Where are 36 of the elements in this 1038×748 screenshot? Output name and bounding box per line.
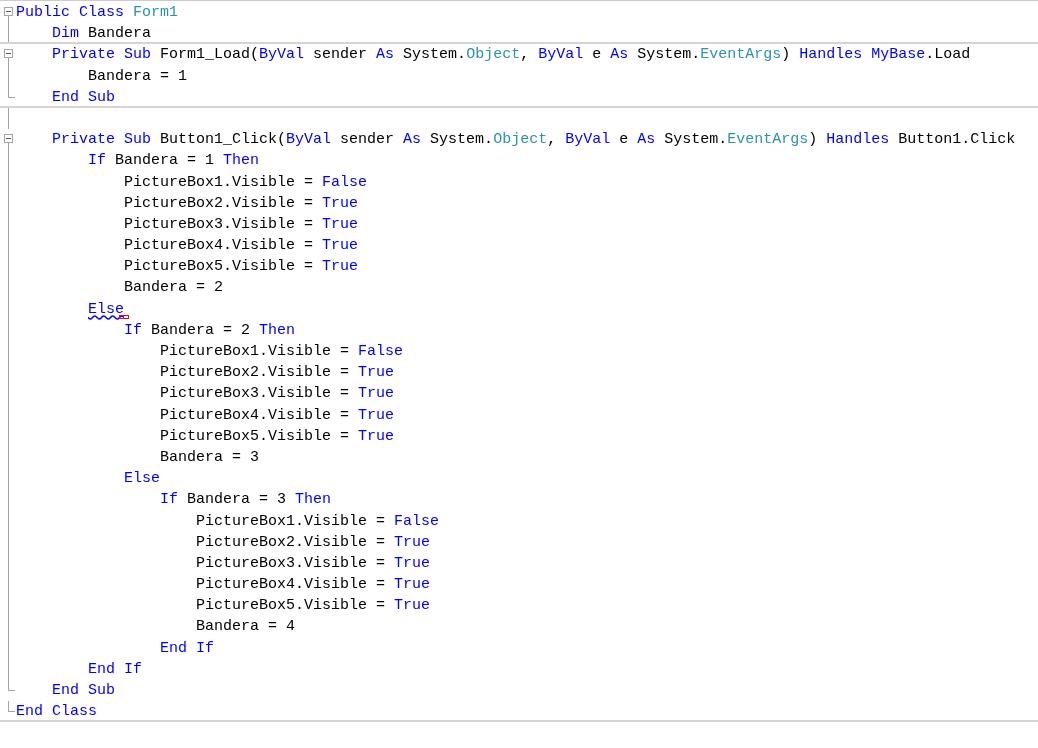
code-line: Private Sub Button1_Click(ByVal sender As System.Object, ByVal e As System.EventArgs) Handles Button1.Click [52,130,1016,151]
code-line: If Bandera = 3 Then [160,490,332,511]
code-line: Bandera = 3 [160,447,260,468]
code-line: PictureBox3.Visible = True [124,214,359,235]
code-line: PictureBox1.Visible = False [124,172,368,193]
code-line: Else [124,469,160,490]
code-line: PictureBox3.Visible = True [160,384,395,405]
code-line: Private Sub Form1_Load(ByVal sender As System.Object, ByVal e As System.EventArgs) Handles MyBase.Load [52,45,971,66]
code-line: If Bandera = 1 Then [88,151,260,172]
code-line: End Class [16,702,97,723]
code-line: Bandera = 2 [124,278,224,299]
code-line: PictureBox2.Visible = True [196,532,431,553]
code-line: PictureBox1.Visible = False [160,342,404,362]
code-line: PictureBox3.Visible = True [196,553,431,574]
code-line: If Bandera = 2 Then [124,320,296,341]
code-line: Dim Bandera [52,24,152,45]
code-line: PictureBox2.Visible = True [124,193,359,214]
code-line: PictureBox5.Visible = True [196,596,431,617]
code-line: Public Class Form1 [16,3,179,23]
code-line: PictureBox4.Visible = True [160,405,395,426]
code-line: PictureBox2.Visible = True [160,363,395,384]
code-line: PictureBox1.Visible = False [196,511,440,532]
code-line: PictureBox5.Visible = True [124,257,359,278]
code-line: PictureBox4.Visible = True [124,236,359,257]
code-line: End If [160,638,214,659]
collapse-icon[interactable] [4,49,13,59]
code-line: Bandera = 1 [88,66,188,87]
code-line: End Sub [52,87,115,108]
code-line: Else [88,298,130,320]
collapse-icon[interactable] [4,134,13,144]
code-line: PictureBox4.Visible = True [196,575,431,596]
code-line: End If [88,659,142,680]
code-line: Bandera = 4 [196,617,296,638]
code-line: End Sub [52,681,115,701]
collapse-icon[interactable] [4,7,13,16]
code-line: PictureBox5.Visible = True [160,426,395,447]
